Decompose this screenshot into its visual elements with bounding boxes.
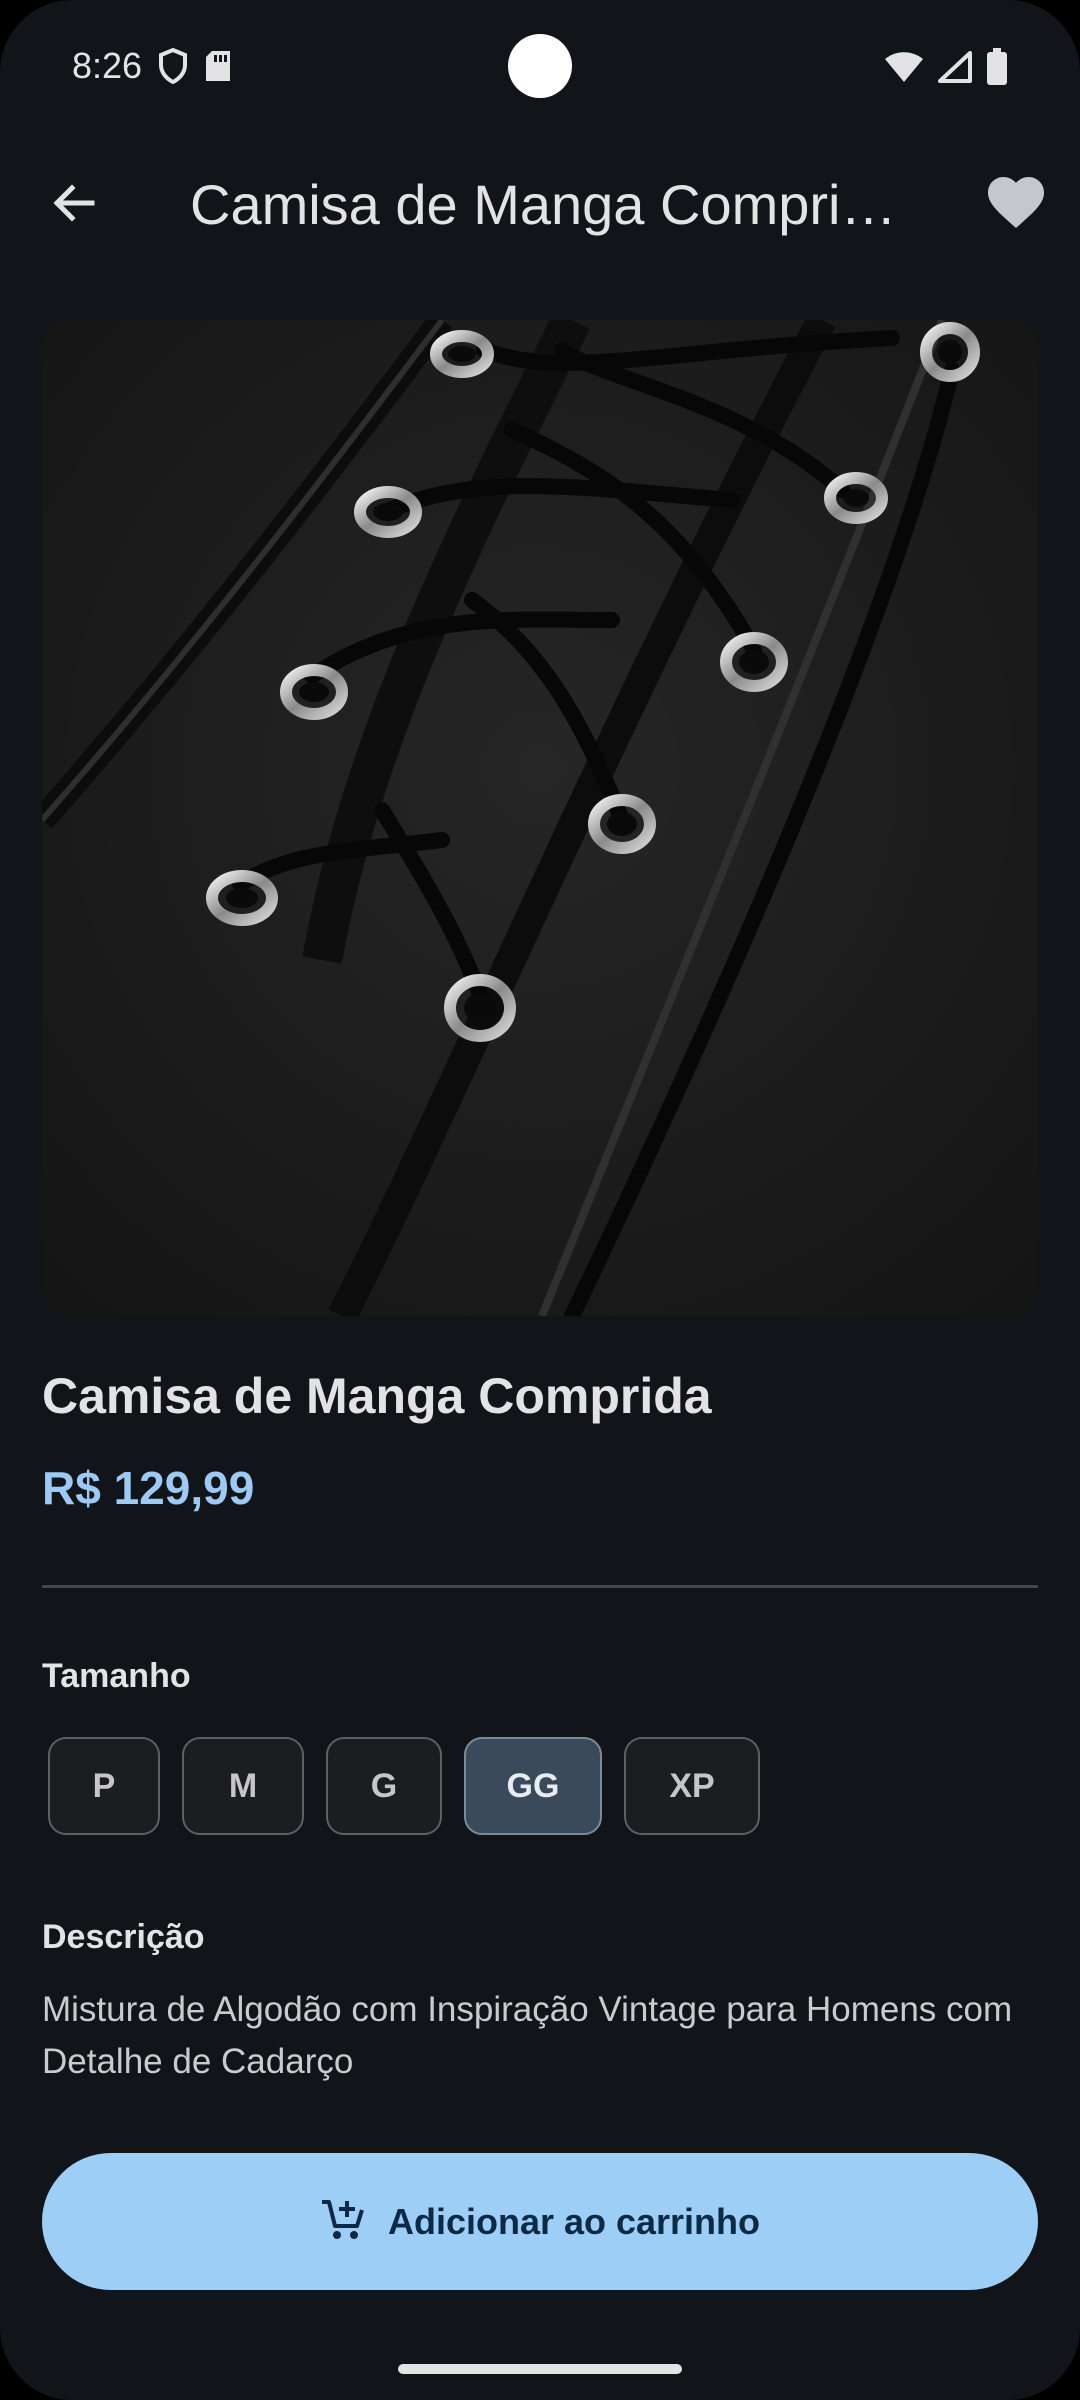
description-text: Mistura de Algodão com Inspiração Vintag… — [42, 1990, 1013, 2081]
size-chip-p[interactable]: P — [48, 1737, 160, 1835]
battery-icon — [986, 48, 1008, 91]
sd-card-icon — [204, 49, 232, 88]
top-app-bar: Camisa de Manga Comprida — [0, 140, 1080, 270]
arrow-back-icon — [50, 179, 98, 232]
back-button[interactable] — [34, 165, 114, 245]
heart-icon — [987, 176, 1045, 235]
camera-cutout — [508, 34, 572, 98]
home-indicator[interactable] — [398, 2364, 682, 2374]
add-to-cart-label: Adicionar ao carrinho — [387, 2200, 761, 2242]
status-left-icons — [158, 47, 232, 89]
add-to-cart-button[interactable]: Adicionar ao carrinho — [42, 2153, 1038, 2290]
page-title: Camisa de Manga Comprida — [190, 173, 900, 236]
status-time: 8:26 — [72, 45, 143, 86]
product-price: R$ 129,99 — [42, 1462, 255, 1514]
size-chip-g[interactable]: G — [326, 1737, 442, 1835]
size-section-label: Tamanho — [42, 1657, 191, 1695]
status-right-icons — [884, 48, 1008, 91]
divider — [42, 1585, 1038, 1588]
size-selector: P M G GG XP — [48, 1737, 760, 1835]
add-shopping-cart-icon — [320, 2196, 366, 2247]
size-chip-gg[interactable]: GG — [464, 1737, 602, 1835]
size-chip-xp[interactable]: XP — [624, 1737, 760, 1835]
screen: 8:26 Camisa de Manga Comprida Camisa de … — [0, 0, 1080, 2400]
signal-icon — [938, 51, 972, 88]
product-image — [42, 320, 1038, 1316]
shield-icon — [158, 47, 188, 89]
description-label: Descrição — [42, 1918, 205, 1956]
size-chip-m[interactable]: M — [182, 1737, 304, 1835]
status-bar: 8:26 — [0, 0, 1080, 130]
product-name: Camisa de Manga Comprida — [42, 1368, 712, 1424]
favorite-button[interactable] — [976, 165, 1056, 245]
wifi-icon — [884, 51, 924, 88]
